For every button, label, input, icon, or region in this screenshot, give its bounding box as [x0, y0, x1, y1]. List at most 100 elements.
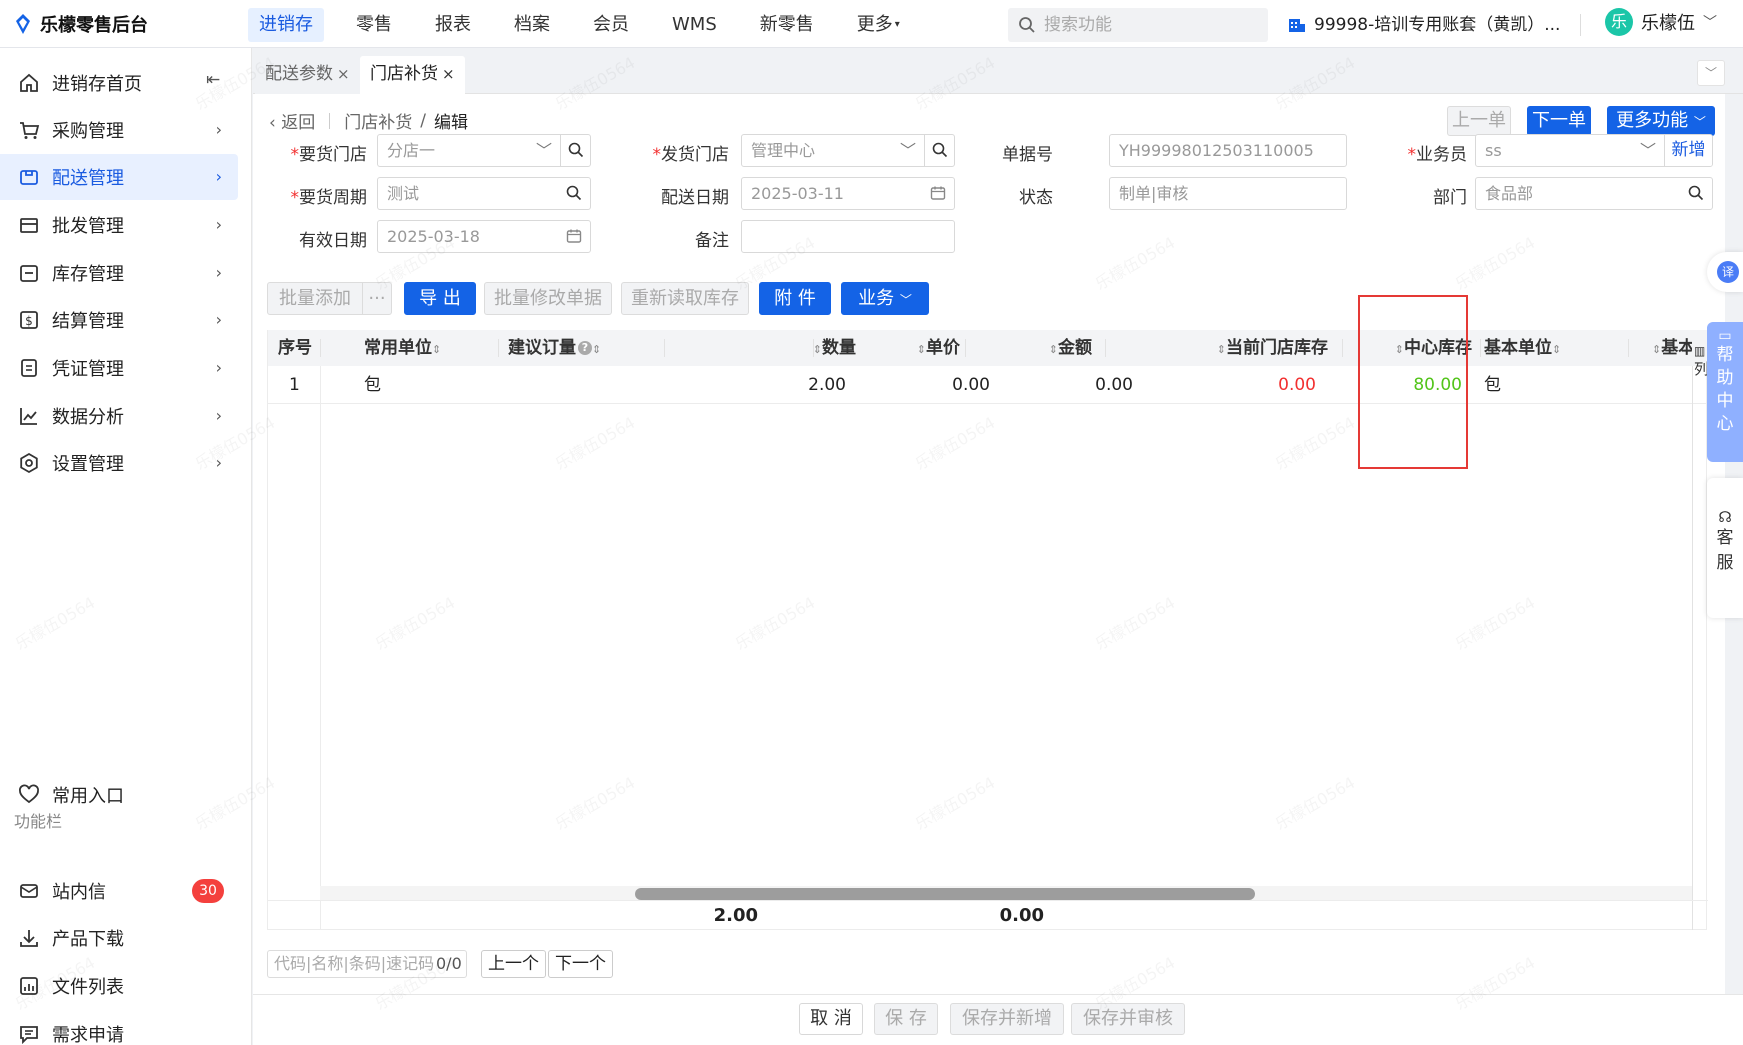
app-logo[interactable]: 乐檬零售后台 — [14, 10, 148, 38]
col-price[interactable]: ⇕单价 — [860, 330, 960, 366]
table-row[interactable]: 1 包 2.00 0.00 0.00 0.00 80.00 包 — [268, 366, 1708, 404]
nav-retail[interactable]: 零售 — [345, 8, 403, 42]
sidebar-item-settings[interactable]: 设置管理 › — [0, 440, 238, 486]
translate-icon: 译 — [1717, 261, 1739, 283]
attachment-button[interactable]: 附 件 — [759, 282, 831, 315]
batch-add-button[interactable]: 批量添加 — [267, 282, 363, 315]
find-placeholder: 代码|名称|条码|速记码 — [274, 954, 435, 973]
col-amount[interactable]: ⇕金额 — [992, 330, 1092, 366]
sort-icon[interactable]: ⇕ — [917, 343, 926, 356]
cell-unit[interactable]: 包 — [364, 366, 381, 404]
batch-edit-button[interactable]: 批量修改单据 — [484, 282, 612, 315]
nav-wms[interactable]: WMS — [661, 8, 728, 42]
divider — [320, 339, 321, 357]
col-suggest[interactable]: 建议订量? ⇕ — [508, 330, 638, 366]
dept-field[interactable]: 食品部 — [1475, 177, 1713, 210]
sidebar-item-analytics[interactable]: 数据分析 › — [0, 393, 238, 439]
sidebar-item-settlement[interactable]: $ 结算管理 › — [0, 297, 238, 343]
search-icon[interactable] — [566, 178, 582, 209]
sidebar-item-download[interactable]: 产品下载 — [0, 915, 238, 961]
nav-jxc[interactable]: 进销存 — [248, 8, 324, 42]
search-icon[interactable] — [924, 135, 954, 166]
sort-icon[interactable]: ⇕ — [1552, 343, 1561, 356]
business-button[interactable]: 业务 ﹀ — [841, 282, 929, 315]
back-link[interactable]: ‹ 返回 — [269, 108, 315, 133]
caret-down-icon: ▾ — [894, 19, 900, 30]
doc-no-label: 单据号 — [1002, 145, 1053, 165]
cancel-button[interactable]: 取 消 — [799, 1003, 863, 1035]
save-button[interactable]: 保 存 — [874, 1003, 938, 1035]
help-center-tab[interactable]: ▭ 帮助中心 — [1707, 322, 1743, 462]
tab-store-replenish[interactable]: 门店补货 × — [360, 56, 465, 94]
tabs-dropdown[interactable]: ﹀ — [1697, 60, 1725, 86]
sidebar-item-purchase[interactable]: 采购管理 › — [0, 107, 238, 153]
help-icon[interactable]: ? — [578, 341, 592, 355]
salesman-select[interactable]: ss ﹀ 新增 — [1475, 134, 1713, 167]
save-and-audit-button[interactable]: 保存并审核 — [1071, 1003, 1185, 1035]
col-unit[interactable]: 常用单位⇕ — [364, 330, 474, 366]
chevron-right-icon: › — [215, 120, 222, 139]
reload-stock-button[interactable]: 重新读取库存 — [621, 282, 749, 315]
search-icon[interactable] — [560, 135, 590, 166]
tab-distribution-params[interactable]: 配送参数 × — [255, 56, 360, 94]
sort-icon[interactable]: ⇕ — [432, 343, 441, 356]
sort-icon[interactable]: ⇕ — [1217, 343, 1226, 356]
col-qty[interactable]: ⇕数量 — [756, 330, 856, 366]
col-store-stock[interactable]: ⇕当前门店库存 — [1152, 330, 1328, 366]
nav-member[interactable]: 会员 — [582, 8, 640, 42]
breadcrumb-parent[interactable]: 门店补货 — [344, 108, 412, 133]
remark-input[interactable] — [741, 220, 955, 253]
search-icon[interactable] — [1688, 178, 1704, 209]
account-switcher[interactable]: 99998-培训专用账套（黄凯）... — [1287, 10, 1560, 40]
search-input[interactable]: 搜索功能 — [1008, 8, 1268, 42]
req-store-select[interactable]: 分店一 ﹀ — [377, 134, 591, 167]
nav-more[interactable]: 更多 ▾ — [846, 8, 911, 42]
column-settings[interactable]: ▥ 列 — [1694, 342, 1709, 378]
sidebar-item-label: 配送管理 — [52, 168, 124, 189]
nav-new-retail[interactable]: 新零售 — [749, 8, 825, 42]
sidebar-item-distribution[interactable]: 配送管理 › — [0, 154, 238, 200]
close-icon[interactable]: × — [442, 65, 455, 83]
customer-service-tab[interactable]: ☊ 客服 — [1707, 478, 1743, 618]
col-base-more[interactable]: ⇕基本 — [1652, 330, 1692, 366]
sidebar-item-requests[interactable]: 需求申请 — [0, 1011, 238, 1045]
sidebar-item-home[interactable]: 进销存首页 — [0, 60, 238, 106]
sort-icon[interactable]: ⇕ — [1652, 343, 1661, 356]
next-doc-button[interactable]: 下一单 — [1527, 106, 1591, 136]
ship-store-label: *发货门店 — [652, 145, 730, 165]
prev-doc-button[interactable]: 上一单 — [1447, 106, 1511, 136]
export-button[interactable]: 导 出 — [404, 282, 476, 315]
nav-report[interactable]: 报表 — [424, 8, 482, 42]
translate-button[interactable]: 译 — [1707, 252, 1743, 292]
more-functions-button[interactable]: 更多功能 ﹀ — [1607, 106, 1715, 136]
sort-icon[interactable]: ⇕ — [813, 343, 822, 356]
box-icon — [18, 166, 40, 188]
find-next-button[interactable]: 下一个 — [548, 950, 613, 978]
sidebar-item-wholesale[interactable]: 批发管理 › — [0, 202, 238, 248]
horizontal-scrollbar[interactable] — [320, 886, 1692, 900]
cycle-field[interactable]: 测试 — [377, 177, 591, 210]
dollar-icon: $ — [18, 309, 40, 331]
col-base-unit[interactable]: 基本单位⇕ — [1484, 330, 1594, 366]
breadcrumb-separator: / — [420, 110, 426, 131]
save-and-new-button[interactable]: 保存并新增 — [950, 1003, 1064, 1035]
find-prev-button[interactable]: 上一个 — [481, 950, 546, 978]
sort-icon[interactable]: ⇕ — [1049, 343, 1058, 356]
sidebar-item-inventory[interactable]: 库存管理 › — [0, 250, 238, 296]
scrollbar-thumb[interactable] — [635, 888, 1255, 900]
chevron-right-icon: › — [215, 453, 222, 472]
close-icon[interactable]: × — [337, 65, 350, 83]
collapse-sidebar-icon[interactable]: ⇤ — [206, 70, 220, 90]
user-menu[interactable]: 乐 乐檬伍 ﹀ — [1605, 8, 1717, 36]
sidebar-item-files[interactable]: 文件列表 — [0, 963, 238, 1009]
ship-date-field[interactable]: 2025-03-11 — [741, 177, 955, 210]
ship-store-select[interactable]: 管理中心 ﹀ — [741, 134, 955, 167]
find-count: 0/0 — [436, 954, 462, 973]
batch-add-more-button[interactable]: ··· — [362, 282, 392, 315]
add-salesman-button[interactable]: 新增 — [1664, 135, 1712, 166]
sidebar-item-voucher[interactable]: 凭证管理 › — [0, 345, 238, 391]
valid-date-field[interactable]: 2025-03-18 — [377, 220, 591, 253]
sort-icon[interactable]: ⇕ — [592, 343, 601, 356]
nav-archive[interactable]: 档案 — [503, 8, 561, 42]
sidebar-item-messages[interactable]: 站内信 30 — [0, 868, 238, 914]
